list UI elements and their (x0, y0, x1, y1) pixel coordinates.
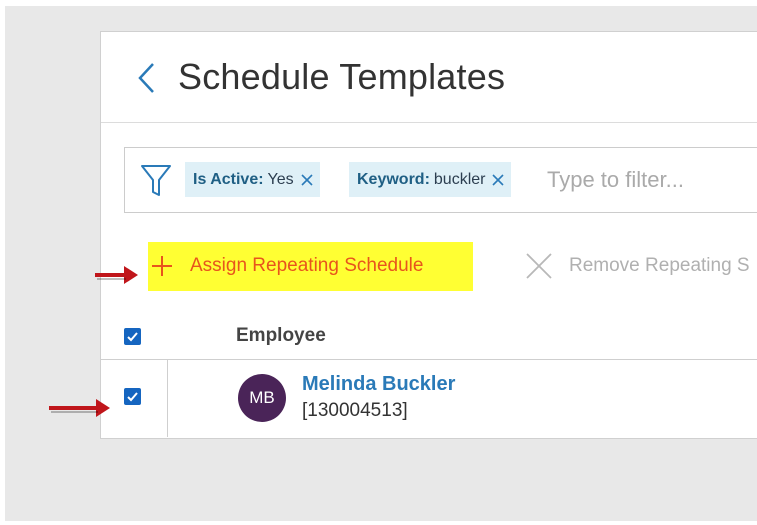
filter-input[interactable] (545, 164, 757, 196)
avatar: MB (238, 374, 286, 422)
back-button[interactable] (135, 58, 159, 98)
annotation-arrow-icon (49, 399, 110, 417)
assign-repeating-schedule-button[interactable]: Assign Repeating Schedule (148, 242, 473, 291)
table-header: Employee (101, 314, 757, 360)
close-icon (526, 253, 552, 279)
filter-chip-key: Keyword: (357, 170, 430, 188)
filter-chip-value: buckler (433, 170, 486, 188)
employee-id: [130004513] (302, 400, 408, 421)
employee-name-link[interactable]: Melinda Buckler (302, 373, 455, 396)
filter-bar[interactable]: Is Active: Yes Keyword: buckler (124, 147, 757, 213)
close-icon[interactable] (300, 173, 314, 187)
row-checkbox[interactable] (124, 388, 141, 405)
panel-header: Schedule Templates (101, 32, 757, 123)
select-all-checkbox[interactable] (124, 328, 141, 345)
assign-repeating-schedule-label: Assign Repeating Schedule (190, 255, 424, 276)
schedule-templates-panel: Schedule Templates Is Active: Yes Keywor… (100, 31, 757, 439)
remove-repeating-schedule-label: Remove Repeating S (569, 255, 750, 276)
employee-column-header[interactable]: Employee (236, 325, 326, 347)
close-icon[interactable] (491, 173, 505, 187)
filter-chip-is-active: Is Active: Yes (185, 162, 320, 197)
chevron-left-icon (138, 63, 154, 93)
column-divider (167, 360, 168, 437)
filter-chip-value: Yes (267, 170, 294, 188)
plus-icon (152, 256, 172, 276)
page-title: Schedule Templates (178, 56, 506, 97)
filter-chip-key: Is Active: (193, 170, 264, 188)
annotation-arrow-icon (95, 266, 138, 284)
filter-chip-keyword: Keyword: buckler (349, 162, 512, 197)
checkmark-icon (127, 332, 138, 342)
table-row[interactable]: MB Melinda Buckler [130004513] (101, 360, 757, 437)
funnel-icon (141, 165, 171, 196)
checkmark-icon (127, 392, 138, 402)
